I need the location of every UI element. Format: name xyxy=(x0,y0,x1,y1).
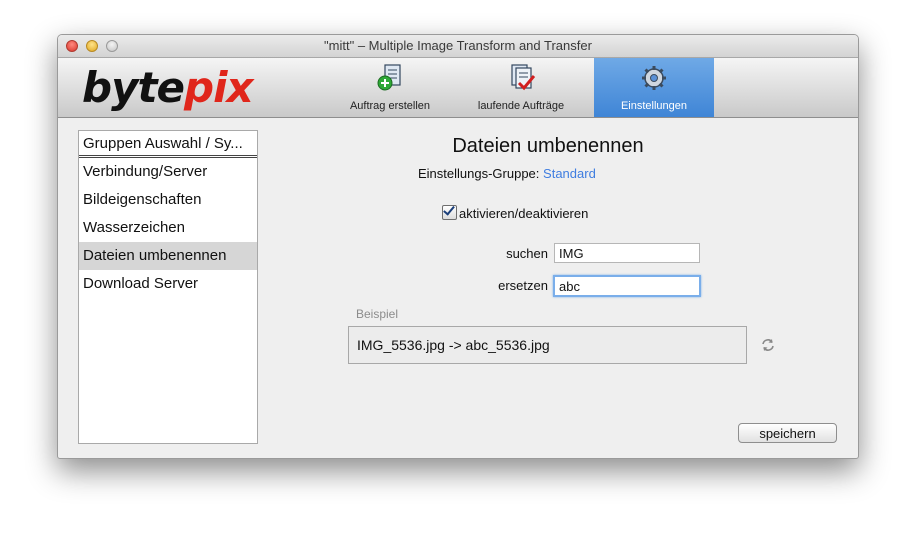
sidebar-header-group-selection[interactable]: Gruppen Auswahl / Sy... xyxy=(79,131,257,158)
toolbar-laufende-auftraege[interactable]: laufende Aufträge xyxy=(466,58,576,117)
example-preview-text: IMG_5536.jpg -> abc_5536.jpg xyxy=(357,337,550,353)
sidebar-item-bildeigenschaften[interactable]: Bildeigenschaften xyxy=(79,186,257,214)
activate-checkbox-label: aktivieren/deaktivieren xyxy=(459,206,589,221)
toolbar: bytepix Auftrag erstellen laufende Auftr… xyxy=(58,58,858,118)
sidebar-item-dateien-umbenennen[interactable]: Dateien umbenennen xyxy=(79,242,257,270)
sidebar-item-download-server[interactable]: Download Server xyxy=(79,270,257,298)
settings-group-value: Standard xyxy=(543,166,596,181)
toolbar-auftrag-label: Auftrag erstellen xyxy=(349,100,431,112)
title-bar[interactable]: "mitt" – Multiple Image Transform and Tr… xyxy=(58,35,858,58)
sidebar-item-wasserzeichen[interactable]: Wasserzeichen xyxy=(79,214,257,242)
sidebar-item-verbindung-server[interactable]: Verbindung/Server xyxy=(79,158,257,186)
toolbar-auftrag-erstellen[interactable]: Auftrag erstellen xyxy=(338,58,442,117)
replace-label: ersetzen xyxy=(498,278,548,293)
logo-part-byte: byte xyxy=(82,63,185,112)
settings-sidebar: Gruppen Auswahl / Sy... Verbindung/Serve… xyxy=(78,130,258,444)
settings-group-label: Einstellungs-Gruppe: xyxy=(418,166,540,181)
example-label: Beispiel xyxy=(356,307,399,321)
activate-toggle-row[interactable]: aktivieren/deaktivieren xyxy=(442,205,588,221)
activate-checkbox[interactable] xyxy=(442,205,457,220)
search-input[interactable] xyxy=(554,243,700,263)
replace-input[interactable] xyxy=(553,275,701,297)
page-title: Dateien umbenennen xyxy=(452,135,644,157)
save-button[interactable]: speichern xyxy=(738,423,837,443)
example-preview: IMG_5536.jpg -> abc_5536.jpg xyxy=(348,326,747,364)
logo-part-pix: pix xyxy=(184,63,254,112)
app-window: "mitt" – Multiple Image Transform and Tr… xyxy=(57,34,859,459)
refresh-icon[interactable] xyxy=(761,338,775,352)
toolbar-laufend-label: laufende Aufträge xyxy=(477,100,565,112)
toolbar-einstellungen-label: Einstellungen xyxy=(620,100,688,112)
toolbar-einstellungen[interactable]: Einstellungen xyxy=(594,58,714,117)
settings-group-row: Einstellungs-Gruppe: Standard xyxy=(418,166,596,181)
gear-icon xyxy=(642,66,666,90)
bytepix-logo: bytepix xyxy=(82,63,254,112)
window-title: "mitt" – Multiple Image Transform and Tr… xyxy=(324,38,592,53)
checked-document-icon xyxy=(511,64,535,91)
add-document-icon xyxy=(377,64,401,91)
search-label: suchen xyxy=(506,246,548,261)
